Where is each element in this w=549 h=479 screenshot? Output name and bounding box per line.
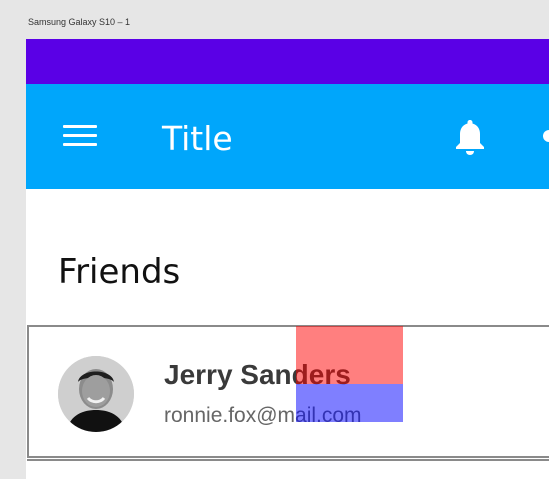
more-vert-icon[interactable] [543, 130, 549, 142]
avatar [58, 356, 134, 432]
artboard-label: Samsung Galaxy S10 – 1 [28, 17, 131, 27]
app-bar: Title [26, 84, 549, 189]
friend-list-item[interactable]: Jerry Sanders ronnie.fox@mail.com [27, 325, 549, 458]
blue-overlay [296, 384, 403, 422]
status-bar [26, 39, 549, 84]
list-divider [27, 459, 549, 461]
friends-heading: Friends [58, 252, 181, 292]
bell-icon[interactable] [454, 118, 486, 156]
app-title: Title [162, 119, 233, 158]
artboard: Title Friends Jerry Sanders ronnie.fox@m… [26, 39, 549, 479]
menu-icon[interactable] [63, 125, 97, 149]
red-overlay [296, 326, 403, 384]
